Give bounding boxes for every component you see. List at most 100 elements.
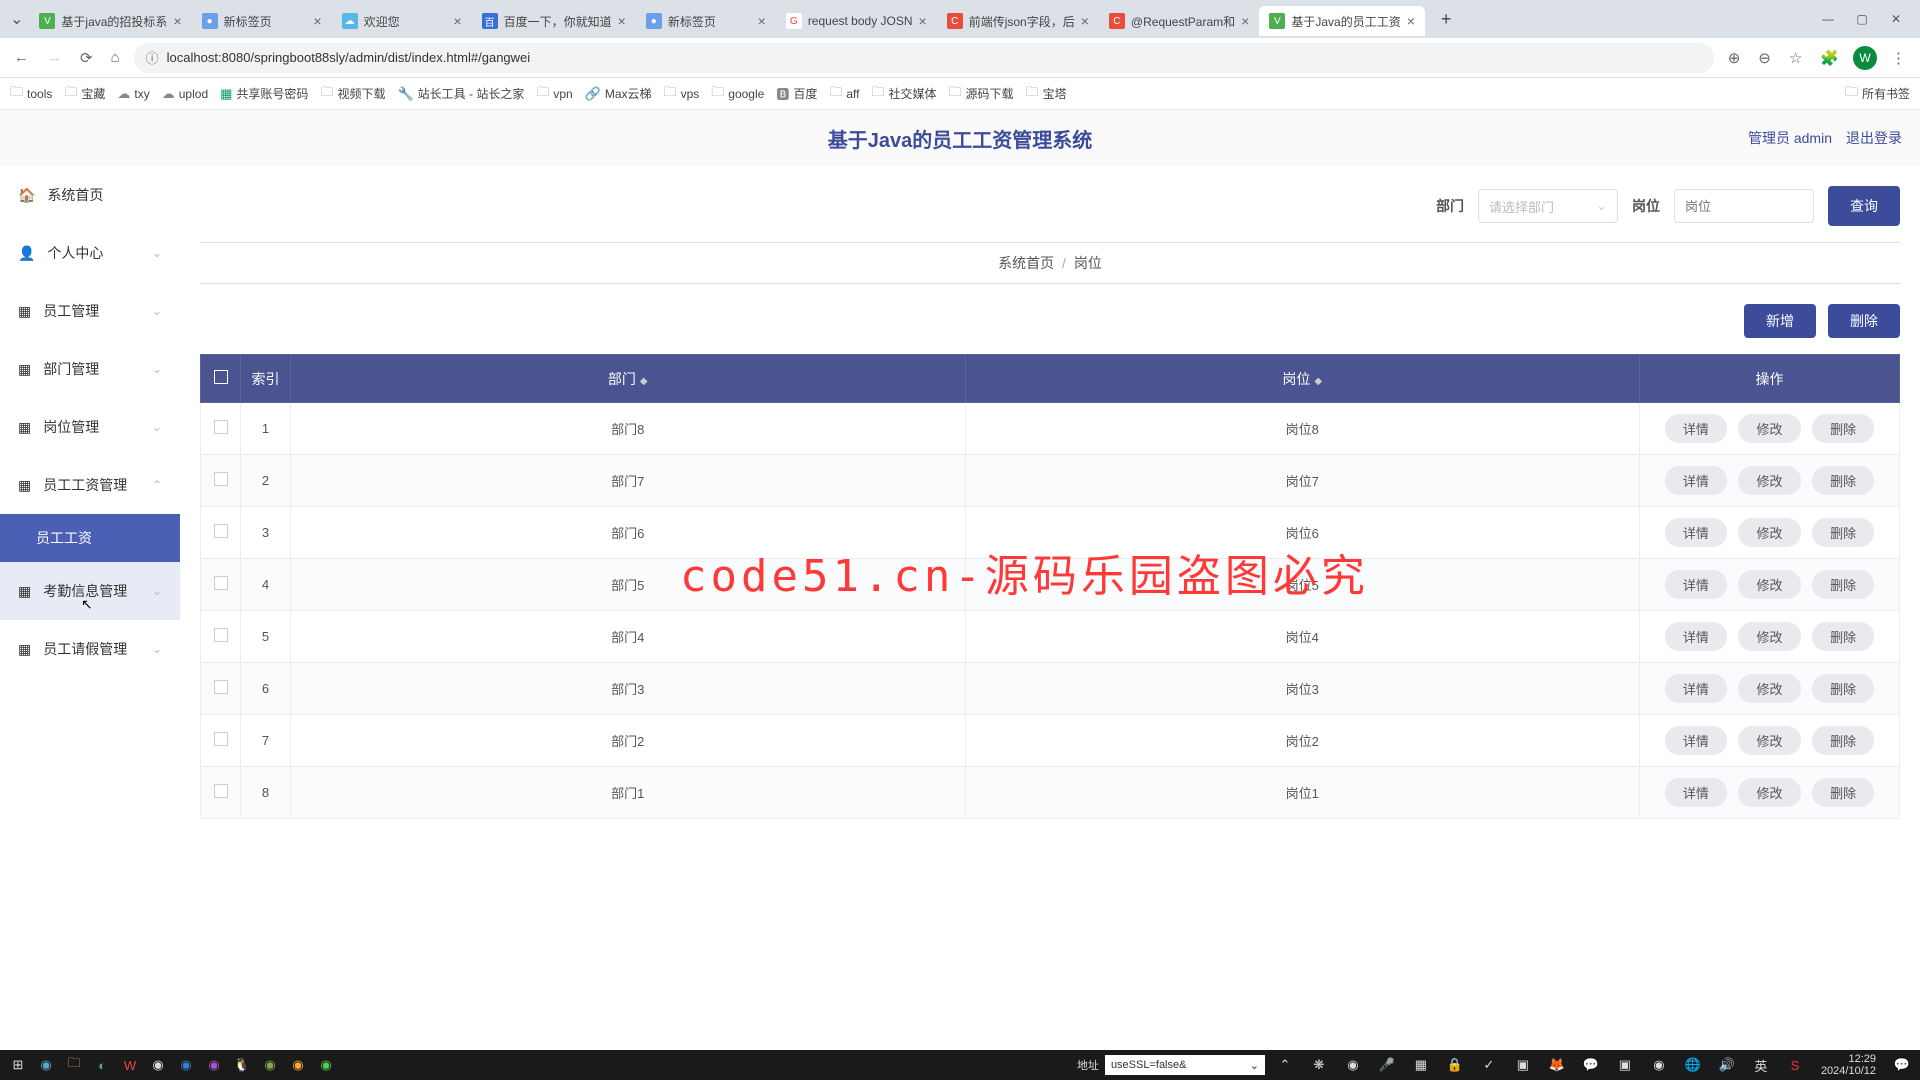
filter-post-input[interactable] [1674,189,1814,223]
row-edit-button[interactable]: 修改 [1738,518,1800,547]
tray-icon[interactable]: ◉ [1645,1053,1673,1077]
row-detail-button[interactable]: 详情 [1665,622,1727,651]
row-detail-button[interactable]: 详情 [1665,466,1727,495]
row-checkbox[interactable] [214,784,228,798]
menu-icon[interactable]: ⋮ [1887,49,1910,67]
home-icon[interactable]: ⌂ [107,49,124,66]
extensions-icon[interactable]: 🧩 [1816,49,1843,67]
row-edit-button[interactable]: 修改 [1738,726,1800,755]
explorer-icon[interactable]: 🗀 [60,1053,88,1077]
tray-icon[interactable]: 🎤 [1373,1053,1401,1077]
tray-icon[interactable]: ✓ [1475,1053,1503,1077]
translate-icon[interactable]: ⊕ [1724,49,1745,67]
all-bookmarks[interactable]: 🗀所有书签 [1845,83,1910,105]
browser-tab[interactable]: V基于java的招投标系× [29,6,191,36]
row-edit-button[interactable]: 修改 [1738,414,1800,443]
tab-close-icon[interactable]: × [1081,13,1089,29]
col-dept[interactable]: 部门◆ [291,355,966,403]
row-checkbox[interactable] [214,576,228,590]
tab-close-icon[interactable]: × [453,13,461,29]
tray-icon[interactable]: 💬 [1577,1053,1605,1077]
tray-icon[interactable]: S [1781,1053,1809,1077]
bookmark-star-icon[interactable]: ☆ [1785,49,1806,67]
tab-close-icon[interactable]: × [313,13,321,29]
start-icon[interactable]: ⊞ [4,1053,32,1077]
row-checkbox[interactable] [214,680,228,694]
bookmark-item[interactable]: ☁uplod [162,86,208,102]
user-label[interactable]: 管理员 admin [1748,128,1832,148]
tray-icon[interactable]: 🦊 [1543,1053,1571,1077]
row-edit-button[interactable]: 修改 [1738,674,1800,703]
sidebar-item-salary[interactable]: ▦员工工资管理⌃ [0,456,180,514]
browser-tab[interactable]: 百百度一下，你就知道× [472,6,636,36]
row-delete-button[interactable]: 删除 [1812,466,1874,495]
bookmark-item[interactable]: ☁txy [117,86,149,102]
sidebar-item-leave[interactable]: ▦员工请假管理⌄ [0,620,180,678]
url-input[interactable]: ⓘ localhost:8080/springboot88sly/admin/d… [134,43,1714,73]
app-icon[interactable]: ◉ [256,1053,284,1077]
breadcrumb-home[interactable]: 系统首页 [998,255,1054,271]
filter-dept-select[interactable]: 请选择部门⌄ [1478,189,1618,223]
logout-link[interactable]: 退出登录 [1846,128,1902,148]
bookmark-item[interactable]: 🔗Max云梯 [585,85,652,102]
app-icon[interactable]: ◉ [200,1053,228,1077]
bookmark-folder[interactable]: 🗀aff [829,83,859,105]
add-button[interactable]: 新增 [1744,304,1816,338]
row-detail-button[interactable]: 详情 [1665,518,1727,547]
row-edit-button[interactable]: 修改 [1738,466,1800,495]
bookmark-folder[interactable]: 🗀源码下载 [949,83,1014,105]
bookmark-item[interactable]: ▦共享账号密码 [220,85,308,102]
chrome-icon[interactable]: ◉ [144,1053,172,1077]
row-edit-button[interactable]: 修改 [1738,622,1800,651]
row-delete-button[interactable]: 删除 [1812,570,1874,599]
tray-icon[interactable]: ▦ [1407,1053,1435,1077]
tray-icon[interactable]: ▣ [1509,1053,1537,1077]
wechat-icon[interactable]: ◉ [312,1053,340,1077]
qq-icon[interactable]: 🐧 [228,1053,256,1077]
sidebar-item-profile[interactable]: 👤个人中心⌄ [0,224,180,282]
profile-avatar[interactable]: W [1853,46,1877,70]
sidebar-item-employee[interactable]: ▦员工管理⌄ [0,282,180,340]
row-delete-button[interactable]: 删除 [1812,778,1874,807]
tray-icon[interactable]: ◉ [1339,1053,1367,1077]
row-checkbox[interactable] [214,628,228,642]
tray-icon[interactable]: 🔒 [1441,1053,1469,1077]
tray-chevron-icon[interactable]: ⌃ [1271,1053,1299,1077]
row-checkbox[interactable] [214,420,228,434]
volume-icon[interactable]: 🔊 [1713,1053,1741,1077]
bookmark-folder[interactable]: 🗀宝藏 [64,83,105,105]
bookmark-item[interactable]: 🔧站长工具 - 站长之家 [397,85,524,102]
tab-close-icon[interactable]: × [919,13,927,29]
row-checkbox[interactable] [214,524,228,538]
row-delete-button[interactable]: 删除 [1812,518,1874,547]
edge-icon[interactable]: ◉ [32,1053,60,1077]
bookmark-folder[interactable]: 🗀社交媒体 [872,83,937,105]
sidebar-item-home[interactable]: 🏠系统首页 [0,166,180,224]
row-delete-button[interactable]: 删除 [1812,726,1874,755]
row-delete-button[interactable]: 删除 [1812,674,1874,703]
site-info-icon[interactable]: ⓘ [146,48,159,67]
sidebar-item-position[interactable]: ▦岗位管理⌄ [0,398,180,456]
app-icon[interactable]: ◉ [172,1053,200,1077]
bookmark-item[interactable]: 🅱百度 [776,84,817,103]
app-icon[interactable]: W [116,1053,144,1077]
notifications-icon[interactable]: 💬 [1888,1053,1916,1077]
col-post[interactable]: 岗位◆ [965,355,1640,403]
row-checkbox[interactable] [214,732,228,746]
browser-tab-active[interactable]: V基于Java的员工工资× [1259,6,1425,36]
tray-icon[interactable]: ▣ [1611,1053,1639,1077]
browser-tab[interactable]: ☁欢迎您× [332,6,472,36]
browser-tab[interactable]: ●新标签页× [636,6,776,36]
app-icon[interactable]: ◉ [284,1053,312,1077]
reload-icon[interactable]: ⟳ [76,49,97,67]
bookmark-folder[interactable]: 🗀google [711,83,764,105]
tab-close-icon[interactable]: × [618,13,626,29]
tray-icon[interactable]: ❋ [1305,1053,1333,1077]
bookmark-folder[interactable]: 🗀宝塔 [1026,83,1067,105]
bookmark-folder[interactable]: 🗀vps [664,83,700,105]
query-button[interactable]: 查询 [1828,186,1900,226]
browser-tab[interactable]: ●新标签页× [192,6,332,36]
row-detail-button[interactable]: 详情 [1665,726,1727,755]
select-all-checkbox[interactable] [214,370,228,384]
browser-icon[interactable]: ◐ [88,1053,116,1077]
